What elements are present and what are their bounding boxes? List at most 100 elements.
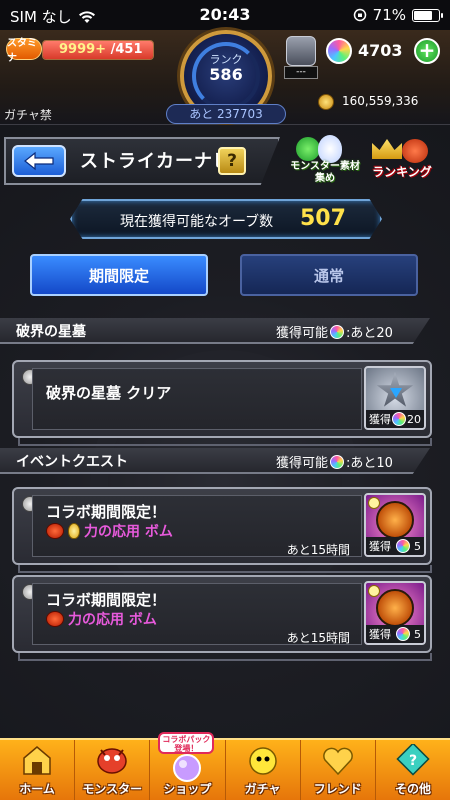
orb-available-count: 507	[300, 206, 346, 231]
nav-label: ショップ	[163, 782, 212, 796]
quest-title: コラボ期間限定！	[46, 503, 167, 521]
quest-thumbnail: 獲得 20	[364, 366, 426, 430]
egg-icon	[318, 135, 342, 163]
devil-icon	[46, 523, 64, 539]
quest-subtitle-row: 力の応用 ボム	[46, 521, 173, 541]
reward-footer: 獲得 20	[366, 410, 424, 428]
quest-card[interactable]: コラボ期間限定！ 力の応用 ボム あと15時間 獲得 5	[12, 575, 432, 653]
tab-normal[interactable]: 通常	[240, 254, 418, 296]
section-available: 獲得可能 :あと20	[276, 322, 393, 341]
battery-percent: 71%	[372, 6, 406, 24]
orientation-lock-icon	[353, 8, 366, 22]
bomb-icon	[376, 589, 414, 627]
reward-label: 獲得	[369, 413, 391, 426]
bottom-nav: ホーム モンスター コラボパック登場！ ショップ ガチャ フレンド ? その他	[0, 732, 450, 800]
orb-icon	[330, 454, 345, 469]
reward-label: 獲得	[369, 540, 391, 553]
section-title: 破界の星墓	[16, 324, 86, 340]
quest-title: コラボ期間限定！	[46, 591, 167, 609]
nav-label: ホーム	[19, 782, 55, 796]
orb-icon	[392, 412, 406, 426]
orb-icon	[330, 324, 345, 339]
section-title: イベントクエスト	[16, 454, 128, 470]
reward-footer: 獲得 5	[366, 625, 424, 643]
reward-footer: 獲得 5	[366, 537, 424, 555]
page-title: ストライカーナビ	[80, 151, 232, 172]
devil-icon	[46, 611, 64, 627]
orb-icon	[395, 539, 410, 553]
item-box-count: ---	[284, 66, 318, 79]
quest-time-left: あと15時間	[286, 543, 350, 557]
quest-subtitle: 力の応用 ボム	[84, 524, 173, 540]
ranking-button[interactable]: ランキング	[366, 135, 438, 187]
available-remaining: :あと20	[346, 326, 393, 341]
coin-count: 160,559,336	[342, 94, 419, 108]
friend-icon	[322, 747, 353, 776]
element-icon	[368, 585, 380, 597]
crown-icon	[372, 139, 402, 159]
section-available: 獲得可能 :あと10	[276, 452, 393, 471]
svg-text:?: ?	[409, 753, 417, 769]
monster-icon	[97, 748, 127, 774]
back-button[interactable]	[12, 145, 66, 177]
quest-subtitle: 力の応用 ボム	[68, 612, 157, 628]
coin-icon	[318, 94, 334, 110]
reward-count: 20	[407, 412, 421, 426]
orb-count: 4703	[358, 41, 403, 60]
nav-home[interactable]: ホーム	[0, 740, 76, 800]
status-right: 71%	[353, 6, 443, 24]
nav-friend[interactable]: フレンド	[301, 740, 376, 800]
orb-available-label: 現在獲得可能なオーブ数	[120, 214, 274, 230]
nav-monster[interactable]: モンスター	[75, 740, 151, 800]
gacha-icon	[248, 747, 277, 775]
available-label: 獲得可能	[276, 456, 329, 471]
element-icon	[368, 497, 380, 509]
stamina-text: 9999+ /451	[59, 42, 143, 57]
monster-material-button[interactable]: モンスター素材集め	[290, 135, 360, 187]
nav-other[interactable]: ? その他	[376, 740, 450, 800]
nav-gacha[interactable]: ガチャ	[226, 740, 301, 800]
reward-count: 5	[414, 539, 421, 553]
rank-next-exp: あと 237703	[166, 104, 286, 124]
egg-icon	[68, 523, 80, 539]
available-remaining: :あと10	[346, 456, 393, 471]
shop-badge: コラボパック登場！	[158, 732, 215, 754]
rank-value: 586	[209, 65, 243, 84]
nav-label: フレンド	[313, 782, 362, 796]
card-frame	[18, 565, 432, 573]
quest-subtitle-row: 力の応用 ボム	[46, 609, 157, 629]
quest-thumbnail: 獲得 5	[364, 493, 426, 557]
stamina-bar[interactable]: 9999+ /451	[42, 40, 154, 60]
ranking-label: ランキング	[372, 165, 432, 179]
nav-label: モンスター	[82, 782, 143, 796]
clover-icon	[296, 137, 320, 161]
orb-icon	[326, 38, 352, 64]
quest-card[interactable]: 破界の星墓 クリア 獲得 20	[12, 360, 432, 438]
nav-label: その他	[394, 782, 431, 796]
quest-time-left: あと15時間	[286, 631, 350, 645]
stamina-max: /451	[110, 42, 143, 57]
nav-label: ガチャ	[244, 782, 281, 796]
item-box-icon[interactable]	[286, 36, 316, 66]
card-frame	[18, 653, 432, 661]
quest-title: 破界の星墓 クリア	[46, 384, 172, 402]
orb-icon	[395, 627, 410, 641]
reward-label: 獲得	[369, 628, 391, 641]
tab-limited-time[interactable]: 期間限定	[30, 254, 208, 296]
stamina-value: 9999+	[59, 42, 107, 57]
help-button[interactable]: ?	[218, 147, 246, 175]
top-header: スタミナ 9999+ /451 ランク 586 あと 237703 --- 47…	[0, 30, 450, 125]
stamina-label: スタミナ	[6, 38, 42, 64]
available-label: 獲得可能	[276, 326, 329, 341]
battery-icon	[412, 8, 443, 22]
gacha-ban-label: ガチャ禁	[4, 108, 52, 122]
home-icon	[23, 746, 51, 775]
ranking-monster-icon	[402, 139, 428, 163]
nav-shop[interactable]: コラボパック登場！ ショップ	[150, 732, 226, 800]
buy-orb-button[interactable]: +	[414, 38, 440, 64]
status-bar: SIM なし 20:43 71%	[0, 0, 450, 30]
other-icon: ?	[396, 744, 430, 776]
arrow-left-icon	[24, 151, 54, 171]
monster-material-label: モンスター素材集め	[290, 161, 360, 184]
quest-card[interactable]: コラボ期間限定！ 力の応用 ボム あと15時間 獲得 5	[12, 487, 432, 565]
